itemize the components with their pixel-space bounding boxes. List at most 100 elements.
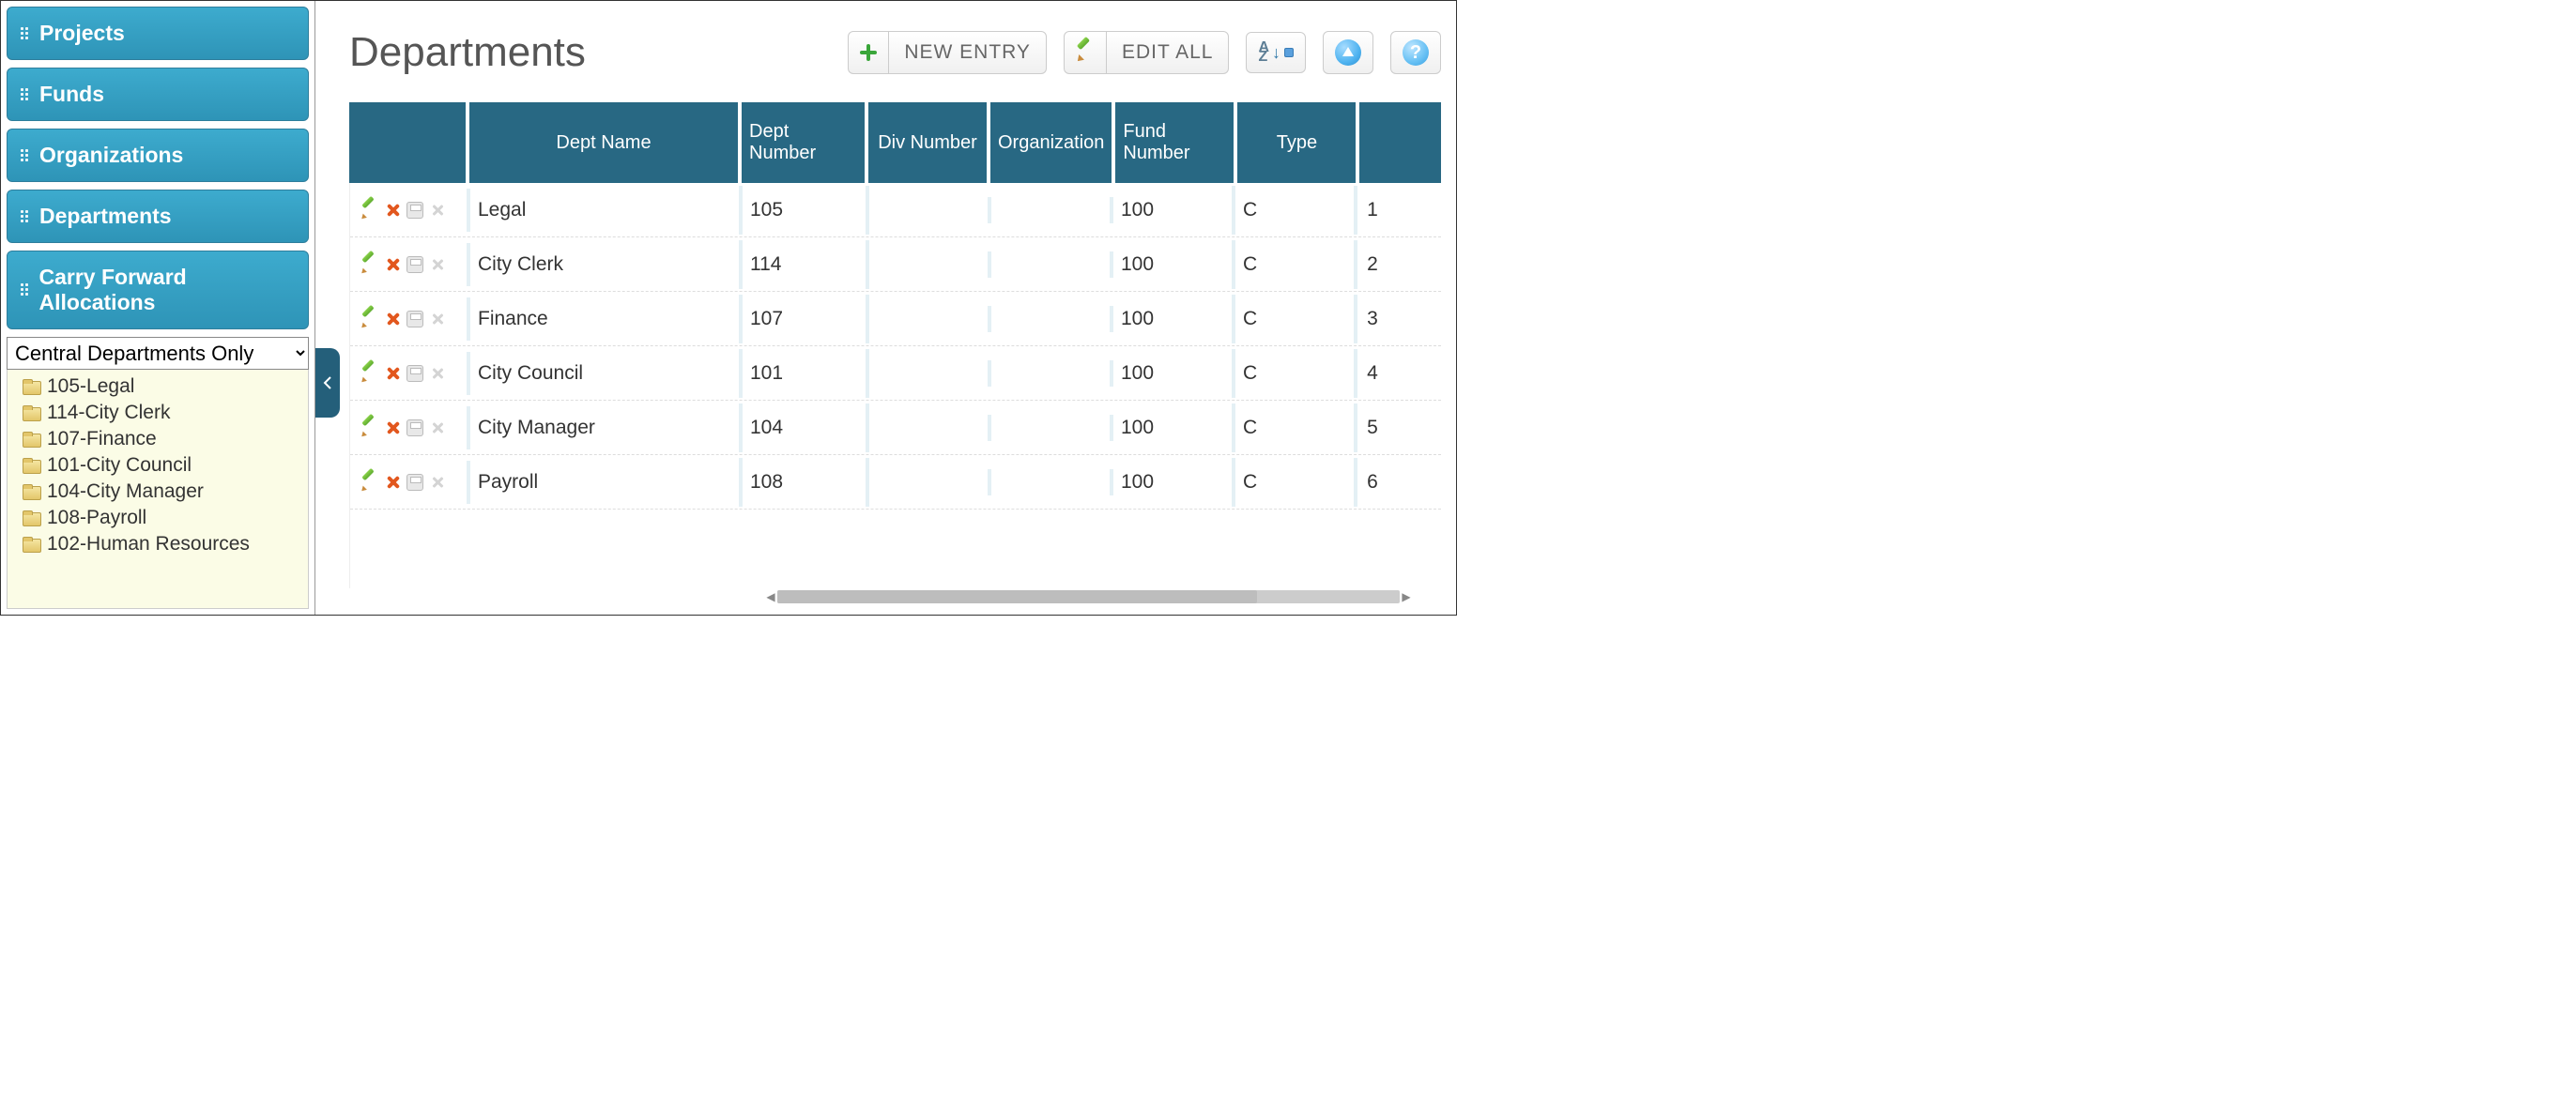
table-row[interactable]: City Manager104100C5 [350,401,1441,455]
cell-dept-name: Payroll [470,458,743,507]
folder-icon [23,405,41,420]
folder-icon [23,379,41,394]
edit-all-icon-button[interactable] [1064,31,1107,74]
edit-icon[interactable] [361,311,378,327]
table-row[interactable]: Payroll108100C6 [350,455,1441,510]
cell-dept-number: 104 [743,403,869,452]
tree-item-label: 101-City Council [47,454,192,477]
edit-icon[interactable] [361,256,378,273]
sidebar-collapse-handle[interactable] [315,348,340,418]
sidebar-item-projects[interactable]: Projects [7,7,309,60]
pencil-icon [1076,43,1095,62]
cell-index: 6 [1357,458,1388,507]
grid-body[interactable]: Legal105100C1City Clerk114100C2Finance10… [349,183,1441,588]
sidebar: Projects Funds Organizations Departments… [1,1,315,615]
cancel-icon[interactable] [429,365,446,382]
delete-icon[interactable] [384,474,401,491]
cancel-icon[interactable] [429,202,446,219]
tree-item[interactable]: 108-Payroll [23,505,300,531]
sidebar-item-label: Funds [39,82,104,107]
new-entry-icon-button[interactable] [848,31,889,74]
scroll-thumb[interactable] [777,590,1257,603]
cancel-icon[interactable] [429,256,446,273]
department-tree: 105-Legal 114-City Clerk 107-Finance 101… [7,370,309,609]
sidebar-item-funds[interactable]: Funds [7,68,309,121]
col-index [1359,102,1389,183]
cell-organization [991,251,1113,278]
table-row[interactable]: Finance107100C3 [350,292,1441,346]
cell-organization [991,415,1113,441]
tree-item-label: 105-Legal [47,375,134,398]
help-button[interactable]: ? [1390,31,1441,74]
cell-index: 4 [1357,349,1388,398]
delete-icon[interactable] [384,419,401,436]
delete-icon[interactable] [384,311,401,327]
edit-icon[interactable] [361,474,378,491]
delete-icon[interactable] [384,256,401,273]
table-row[interactable]: Legal105100C1 [350,183,1441,237]
tree-item[interactable]: 105-Legal [23,373,300,400]
sidebar-item-carry-forward[interactable]: Carry Forward Allocations [7,251,309,329]
page-title: Departments [349,29,586,76]
scroll-track[interactable] [777,590,1400,603]
cell-dept-number: 114 [743,240,869,289]
scroll-right-icon[interactable]: ▶ [1400,590,1413,603]
row-actions [350,352,470,395]
col-type[interactable]: Type [1237,102,1359,183]
cell-div-number [869,360,991,387]
cell-type: C [1235,403,1357,452]
button-label: NEW ENTRY [904,41,1031,64]
horizontal-scrollbar[interactable]: ◀ ▶ [764,588,1413,605]
edit-all-button[interactable]: EDIT ALL [1107,31,1230,74]
cell-type: C [1235,349,1357,398]
edit-icon[interactable] [361,419,378,436]
cell-index: 2 [1357,240,1388,289]
cancel-icon[interactable] [429,474,446,491]
sidebar-item-organizations[interactable]: Organizations [7,129,309,182]
sidebar-item-departments[interactable]: Departments [7,190,309,243]
table-row[interactable]: City Council101100C4 [350,346,1441,401]
tree-item[interactable]: 107-Finance [23,426,300,452]
tree-item-label: 104-City Manager [47,480,204,503]
sidebar-item-label: Departments [39,204,172,229]
save-icon[interactable] [406,365,423,382]
cell-dept-number: 101 [743,349,869,398]
tree-item[interactable]: 104-City Manager [23,479,300,505]
row-actions [350,406,470,449]
save-icon[interactable] [406,202,423,219]
tree-item[interactable]: 114-City Clerk [23,400,300,426]
tree-item[interactable]: 101-City Council [23,452,300,479]
edit-icon[interactable] [361,202,378,219]
col-fund-number[interactable]: Fund Number [1115,102,1237,183]
cell-dept-number: 105 [743,186,869,235]
save-icon[interactable] [406,474,423,491]
save-icon[interactable] [406,311,423,327]
sort-save-button[interactable]: AZ↓ [1246,32,1306,73]
folder-icon [23,432,41,447]
titlebar: Departments NEW ENTRY EDIT ALL [349,29,1441,76]
scroll-top-button[interactable] [1323,31,1373,74]
grip-icon [21,210,30,223]
button-label: EDIT ALL [1122,41,1214,64]
filter-select[interactable]: Central Departments Only [7,337,309,370]
cell-fund-number: 100 [1113,458,1235,507]
scroll-left-icon[interactable]: ◀ [764,590,777,603]
cancel-icon[interactable] [429,311,446,327]
save-icon[interactable] [406,256,423,273]
edit-all-group: EDIT ALL [1064,31,1230,74]
edit-icon[interactable] [361,365,378,382]
col-organization[interactable]: Organization [990,102,1115,183]
save-icon[interactable] [406,419,423,436]
col-dept-name[interactable]: Dept Name [469,102,742,183]
sidebar-item-label: Organizations [39,143,183,168]
new-entry-button[interactable]: NEW ENTRY [889,31,1047,74]
table-row[interactable]: City Clerk114100C2 [350,237,1441,292]
col-dept-number[interactable]: Dept Number [742,102,868,183]
data-grid: Dept Name Dept Number Div Number Organiz… [349,102,1441,605]
tree-item[interactable]: 102-Human Resources [23,531,300,557]
folder-icon [23,458,41,473]
col-div-number[interactable]: Div Number [868,102,990,183]
delete-icon[interactable] [384,365,401,382]
cancel-icon[interactable] [429,419,446,436]
delete-icon[interactable] [384,202,401,219]
